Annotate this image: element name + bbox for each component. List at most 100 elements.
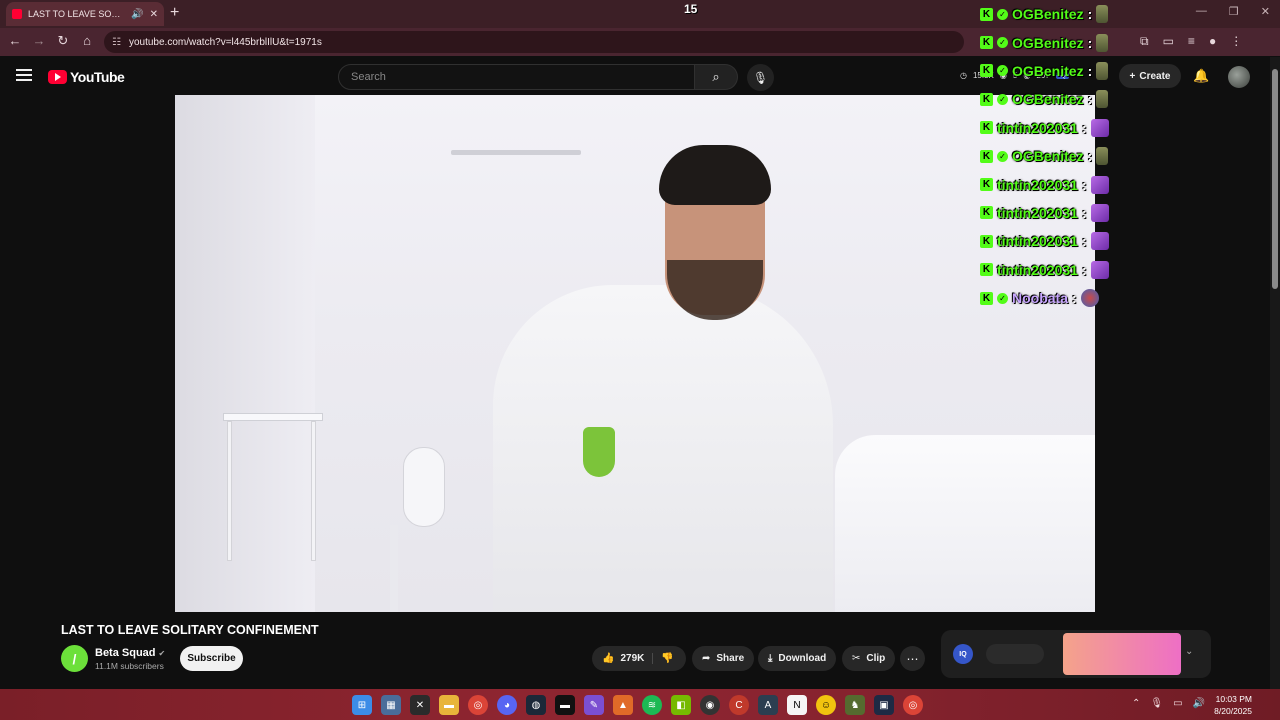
chevron-down-icon[interactable]: ⌄ <box>1185 646 1193 657</box>
chat-emote-icon <box>1090 260 1109 279</box>
video-player[interactable] <box>175 95 1095 612</box>
back-arrow-icon[interactable]: ← <box>6 33 24 48</box>
chrome-active-icon[interactable]: ◎ <box>903 695 923 715</box>
app-dark-icon[interactable]: ▬ <box>555 695 575 715</box>
forward-arrow-icon[interactable]: → <box>30 33 48 48</box>
chat-colon: : <box>1081 233 1087 250</box>
emoji-app-icon[interactable]: ☺ <box>816 695 836 715</box>
maximize-icon[interactable]: ❐ <box>1229 5 1239 18</box>
kick-badge-icon: K <box>980 291 993 305</box>
terminal-icon[interactable]: ✕ <box>410 695 430 715</box>
game-icon[interactable]: ♞ <box>845 695 865 715</box>
notion-icon[interactable]: N <box>787 695 807 715</box>
close-window-icon[interactable]: ✕ <box>1261 5 1270 18</box>
chat-emote-icon <box>1090 232 1109 251</box>
steam-icon[interactable]: ◍ <box>526 695 546 715</box>
browser-menu-icon[interactable]: ⋮ <box>1230 34 1242 49</box>
search-icon: ⌕ <box>712 69 720 84</box>
chat-colon: : <box>1087 148 1093 165</box>
page-scrollbar[interactable] <box>1270 57 1280 689</box>
extensions-puzzle-icon[interactable]: ⧉ <box>1140 34 1149 49</box>
more-actions-button[interactable]: ⋯ <box>900 646 925 671</box>
app-a-icon[interactable]: A <box>758 695 778 715</box>
taskbar-apps: ⊞ ▦ ✕ ▬ ◎ ◕ ◍ ▬ ✎ ▲ ≋ ◧ ◉ C A N ☺ ♞ ▣ ◎ <box>352 695 923 715</box>
chat-username: OGBenitez <box>1012 34 1084 51</box>
cast-icon[interactable]: ▭ <box>1163 34 1174 49</box>
profile-icon[interactable]: ● <box>1209 34 1216 49</box>
speaker-icon[interactable]: 🔊 <box>131 9 143 20</box>
tray-volume-icon[interactable]: 🔊 <box>1193 698 1205 709</box>
chat-username: tintin202031 <box>997 233 1078 250</box>
voice-search-button[interactable]: 🎙 <box>747 64 774 91</box>
blurred-control[interactable] <box>986 644 1044 664</box>
tab-close-icon[interactable]: ✕ <box>150 9 158 20</box>
video-fan <box>403 447 445 527</box>
spotify-icon[interactable]: ≋ <box>642 695 662 715</box>
video-title: LAST TO LEAVE SOLITARY CONFINEMENT <box>61 623 319 637</box>
notifications-bell-icon[interactable]: 🔔 <box>1193 68 1209 84</box>
verified-badge-icon: ✓ <box>997 292 1008 304</box>
share-button[interactable]: ➦ Share <box>692 646 755 671</box>
discord-icon[interactable]: ◕ <box>497 695 517 715</box>
pen-app-icon[interactable]: ✎ <box>584 695 604 715</box>
obs-icon[interactable]: ◉ <box>700 695 720 715</box>
app-monitor-icon[interactable]: ▣ <box>874 695 894 715</box>
new-tab-button[interactable]: + <box>170 4 179 22</box>
chat-username: OGBenitez <box>1012 91 1084 108</box>
tray-mic-icon[interactable]: 🎙 <box>1150 698 1163 709</box>
download-icon: ⤓ <box>768 653 773 664</box>
app-c-icon[interactable]: C <box>729 695 749 715</box>
chat-colon: : <box>1087 62 1093 79</box>
subscribe-button[interactable]: Subscribe <box>180 646 243 671</box>
channel-name[interactable]: Beta Squad ✔ <box>95 647 165 659</box>
chat-message: K ✓ OGBenitez: <box>980 28 1140 56</box>
clip-button[interactable]: ✂ Clip <box>842 646 896 671</box>
chrome-icon[interactable]: ◎ <box>468 695 488 715</box>
subscriber-count: 11.1M subscribers <box>95 661 164 671</box>
iq-extension-icon[interactable]: IQ <box>953 644 973 664</box>
create-label: Create <box>1139 70 1171 82</box>
kick-badge-icon: K <box>980 178 993 192</box>
site-info-icon[interactable]: ☷ <box>112 37 121 48</box>
dislike-button[interactable]: 👎 <box>653 653 681 664</box>
clock-time: 10:03 PM <box>1215 694 1252 704</box>
tray-chevron-up-icon[interactable]: ⌃ <box>1132 698 1140 709</box>
channel-avatar[interactable]: / <box>61 645 88 672</box>
hamburger-menu-icon[interactable] <box>16 69 32 81</box>
chat-message: K ✓ OGBenitez: <box>980 142 1140 170</box>
kick-badge-icon: K <box>980 149 993 163</box>
file-explorer-icon[interactable]: ▬ <box>439 695 459 715</box>
nvidia-icon[interactable]: ◧ <box>671 695 691 715</box>
address-bar[interactable]: ☷ youtube.com/watch?v=l445brblIlU&t=1971… <box>104 31 964 53</box>
home-icon[interactable]: ⌂ <box>78 33 96 48</box>
photos-icon[interactable]: ▦ <box>381 695 401 715</box>
verified-check-icon: ✔ <box>158 649 166 658</box>
youtube-logo[interactable]: YouTube <box>48 69 125 85</box>
tray-network-icon[interactable]: ▭ <box>1173 698 1182 709</box>
chat-emote-icon <box>1090 175 1109 194</box>
windows-start-icon[interactable]: ⊞ <box>352 695 372 715</box>
taskbar-clock[interactable]: 10:03 PM 8/20/2025 <box>1210 693 1252 717</box>
promo-thumbnail[interactable] <box>1063 633 1181 675</box>
affinity-icon[interactable]: ▲ <box>613 695 633 715</box>
minimize-icon[interactable]: — <box>1196 5 1207 18</box>
like-dislike-group: 👍 279K 👎 <box>592 646 686 671</box>
account-avatar[interactable] <box>1228 66 1250 88</box>
chat-colon: : <box>1081 204 1087 221</box>
search-button[interactable]: ⌕ <box>695 64 738 90</box>
search-input[interactable] <box>338 64 695 90</box>
browser-tab-youtube[interactable]: LAST TO LEAVE SOLITARY C 🔊 ✕ <box>6 2 164 26</box>
chat-colon: : <box>1081 119 1087 136</box>
windows-taskbar: ⊞ ▦ ✕ ▬ ◎ ◕ ◍ ▬ ✎ ▲ ≋ ◧ ◉ C A N ☺ ♞ ▣ ◎ … <box>0 689 1280 720</box>
chat-message: Ktintin202031: <box>980 256 1140 284</box>
like-count: 279K <box>620 653 645 664</box>
download-button[interactable]: ⤓ Download <box>758 646 837 671</box>
reading-list-icon[interactable]: ≡ <box>1188 34 1195 49</box>
chat-emote-icon <box>1096 33 1109 52</box>
reload-icon[interactable]: ↻ <box>54 33 72 49</box>
verified-badge-icon: ✓ <box>997 8 1008 20</box>
chat-emote-icon <box>1096 90 1109 109</box>
like-button[interactable]: 👍 279K <box>592 653 654 664</box>
video-bed <box>835 435 1095 612</box>
youtube-favicon-icon <box>12 9 22 19</box>
